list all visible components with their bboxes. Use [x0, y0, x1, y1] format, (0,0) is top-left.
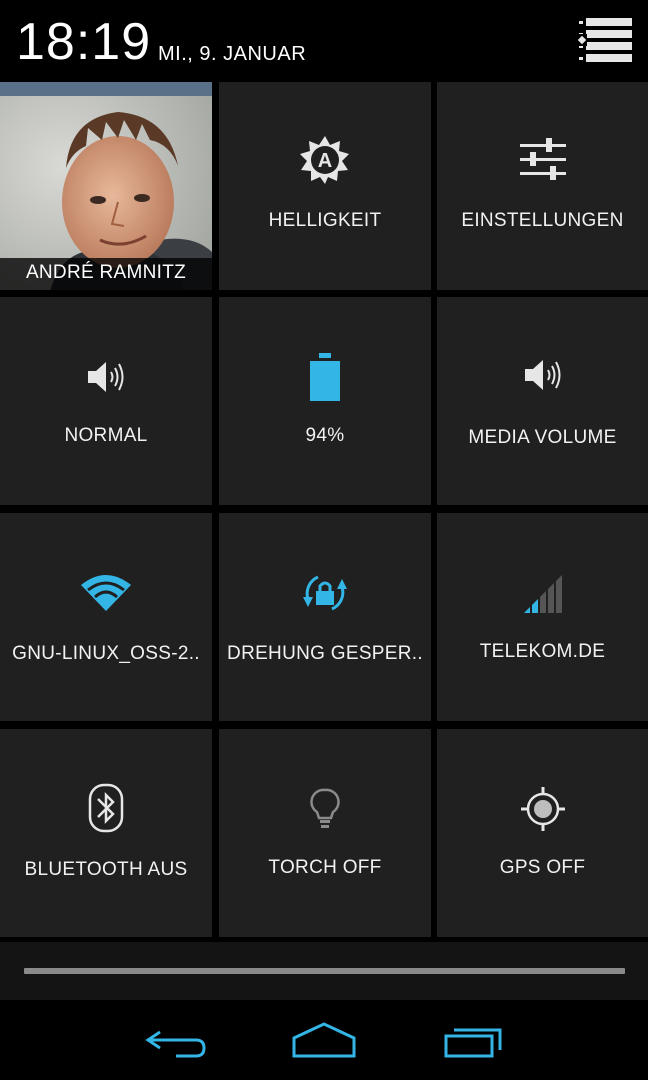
home-icon — [292, 1022, 356, 1058]
notification-list-icon — [577, 18, 632, 62]
tile-label: BLUETOOTH AUS — [24, 859, 188, 880]
notifications-toggle-button[interactable] — [576, 14, 636, 66]
battery-icon — [310, 353, 340, 401]
brightness-auto-icon: A — [300, 136, 349, 184]
tile-label: MEDIA VOLUME — [468, 427, 617, 448]
date: MI., 9. JANUAR — [158, 43, 307, 65]
user-tile[interactable]: ANDRÉ RAMNITZ — [0, 82, 212, 290]
media-volume-icon — [524, 360, 560, 390]
clock: 18:19 — [16, 13, 152, 71]
tile-label: EINSTELLUNGEN — [461, 210, 624, 231]
tile-label: GNU-LINUX_OSS-2.. — [12, 643, 200, 664]
quick-settings-screen: 18:19 MI., 9. JANUAR ANDRÉ RAMNITZ A HEL… — [0, 0, 648, 1080]
tile-label: TELEKOM.DE — [479, 641, 606, 662]
tile-label: DREHUNG GESPER.. — [227, 643, 423, 664]
tile-label: HELLIGKEIT — [268, 210, 382, 231]
tile-ringer[interactable]: NORMAL — [0, 297, 212, 505]
signal-icon — [523, 575, 562, 613]
home-button[interactable] — [284, 1016, 364, 1064]
wifi-icon — [81, 575, 131, 611]
tile-torch[interactable]: TORCH OFF — [219, 729, 431, 937]
tile-media-volume[interactable]: MEDIA VOLUME — [437, 297, 648, 505]
panel-drag-handle[interactable] — [24, 968, 625, 974]
settings-sliders-icon — [519, 138, 566, 180]
tile-bluetooth[interactable]: BLUETOOTH AUS — [0, 729, 212, 937]
tile-settings[interactable]: EINSTELLUNGEN — [437, 82, 648, 290]
ringer-volume-icon — [88, 362, 124, 392]
status-header: 18:19 MI., 9. JANUAR — [0, 0, 648, 80]
tile-mobile-network[interactable]: TELEKOM.DE — [437, 513, 648, 721]
tile-wifi[interactable]: GNU-LINUX_OSS-2.. — [0, 513, 212, 721]
tile-battery[interactable]: 94% — [219, 297, 431, 505]
tile-gps[interactable]: GPS OFF — [437, 729, 648, 937]
tile-label: TORCH OFF — [268, 857, 382, 878]
gps-icon — [520, 787, 565, 831]
torch-icon — [310, 788, 340, 828]
rotation-lock-icon — [303, 575, 347, 611]
recents-icon — [444, 1028, 502, 1058]
tile-rotation-lock[interactable]: DREHUNG GESPER.. — [219, 513, 431, 721]
tile-label: GPS OFF — [499, 857, 586, 878]
back-button[interactable] — [136, 1016, 216, 1064]
back-icon — [145, 1030, 206, 1058]
tile-label: 94% — [305, 425, 345, 446]
bluetooth-icon — [88, 783, 124, 833]
tile-brightness[interactable]: A HELLIGKEIT — [219, 82, 431, 290]
svg-text:A: A — [318, 150, 332, 172]
tile-label: NORMAL — [64, 425, 148, 446]
recents-button[interactable] — [434, 1016, 514, 1064]
user-name: ANDRÉ RAMNITZ — [25, 262, 187, 283]
